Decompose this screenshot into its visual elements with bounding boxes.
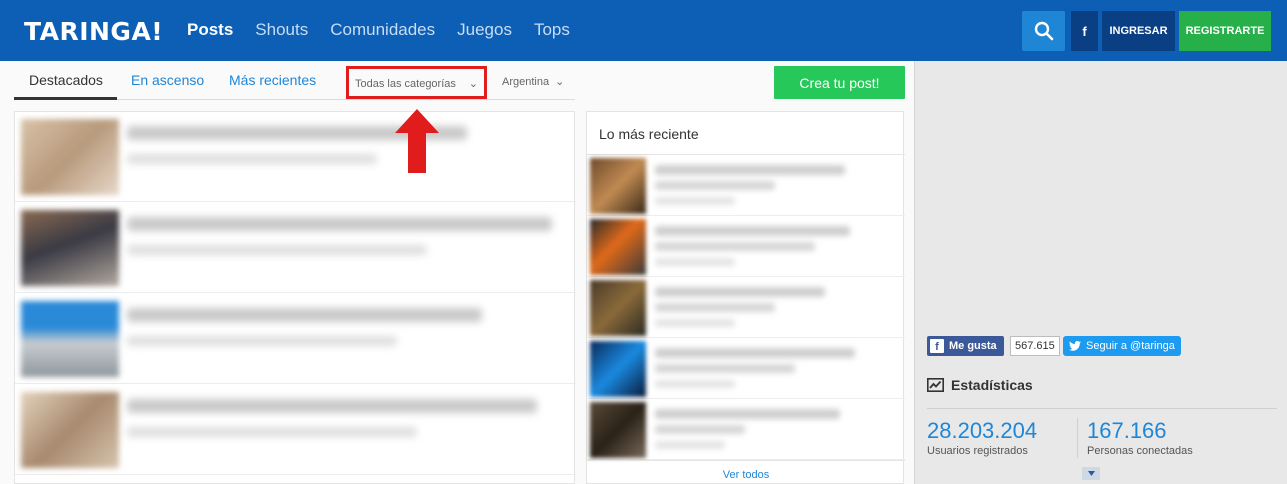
facebook-icon: f [930,339,944,353]
divider [587,460,905,461]
taringa-logo[interactable]: TARINGA! [24,17,163,46]
recent-meta-blurred [655,380,735,388]
nav-posts[interactable]: Posts [187,20,233,40]
list-item[interactable] [587,338,905,399]
chevron-down-icon: ⌄ [555,76,565,88]
nav-tops[interactable]: Tops [534,20,570,40]
post-meta-blurred [127,154,377,164]
recent-meta-blurred [655,258,735,266]
top-bar: TARINGA! Posts Shouts Comunidades Juegos… [0,0,1287,61]
search-button[interactable] [1022,11,1065,51]
divider [1077,418,1078,458]
like-count: 567.615 [1010,336,1060,356]
nav-comunidades[interactable]: Comunidades [330,20,435,40]
list-item[interactable] [587,277,905,338]
tab-mas-recientes[interactable]: Más recientes [229,72,316,88]
post-title-blurred[interactable] [127,399,537,413]
recent-title-blurred[interactable] [655,303,775,312]
nav-juegos[interactable]: Juegos [457,20,512,40]
red-arrow-annotation [395,109,439,173]
recent-title-blurred[interactable] [655,242,815,251]
list-item[interactable] [15,294,576,384]
post-thumbnail[interactable] [21,301,119,377]
main-nav: Posts Shouts Comunidades Juegos Tops [187,20,570,40]
tab-destacados[interactable]: Destacados [29,72,103,88]
recent-title-blurred[interactable] [655,348,855,358]
category-select-value: Todas las categorías [355,78,456,90]
right-sidebar: f Me gusta 567.615 Seguir a @taringa Est… [914,61,1287,484]
list-item[interactable] [15,203,576,293]
create-post-button[interactable]: Crea tu post! [774,66,905,99]
post-meta-blurred [127,427,417,437]
expand-toggle[interactable] [1082,467,1100,480]
registered-users-count: 28.203.204 [927,418,1038,443]
recent-thumbnail[interactable] [590,280,646,336]
recent-meta-blurred [655,319,735,327]
list-item[interactable] [15,385,576,475]
category-select[interactable]: Todas las categorías ⌄ [346,66,487,99]
login-button[interactable]: INGRESAR [1102,11,1175,51]
registered-users-label: Usuarios registrados [927,445,1028,457]
country-select-value: Argentina [502,76,550,88]
recent-thumbnail[interactable] [590,402,646,458]
search-icon [1034,21,1053,41]
recent-thumbnail[interactable] [590,219,646,275]
recent-posts-panel: Lo más reciente Ver todos [586,111,905,484]
twitter-bird-icon [1069,341,1081,351]
recent-thumbnail[interactable] [590,341,646,397]
see-all-link[interactable]: Ver todos [587,469,905,481]
online-users-count: 167.166 [1087,418,1167,443]
list-item[interactable] [587,399,905,460]
online-users-label: Personas conectadas [1087,445,1193,457]
chevron-down-icon: ⌄ [468,78,478,90]
recent-title-blurred[interactable] [655,364,795,373]
recent-title-blurred[interactable] [655,425,745,434]
feed-tabs: Destacados En ascenso Más recientes [14,61,575,100]
list-item[interactable] [15,112,576,202]
recent-title-blurred[interactable] [655,181,775,190]
recent-title-blurred[interactable] [655,165,845,175]
post-title-blurred[interactable] [127,217,552,231]
twitter-follow-label: Seguir a @taringa [1086,340,1175,352]
post-title-blurred[interactable] [127,308,482,322]
recent-title-blurred[interactable] [655,409,840,419]
recent-panel-title: Lo más reciente [599,126,699,142]
featured-posts-list [14,111,576,484]
facebook-login-button[interactable]: f [1071,11,1098,51]
stats-title: Estadísticas [927,377,1033,393]
recent-meta-blurred [655,197,735,205]
post-meta-blurred [127,245,427,255]
post-meta-blurred [127,336,397,346]
recent-meta-blurred [655,441,725,449]
stats-title-text: Estadísticas [951,377,1033,393]
recent-thumbnail[interactable] [590,158,646,214]
country-select[interactable]: Argentina ⌄ [502,75,564,88]
facebook-like-button[interactable]: f Me gusta [927,336,1004,356]
post-thumbnail[interactable] [21,392,119,468]
main-content: Destacados En ascenso Más recientes Toda… [0,61,914,484]
register-button[interactable]: REGISTRARTE [1179,11,1271,51]
caret-down-icon [1087,471,1095,476]
post-thumbnail[interactable] [21,119,119,195]
tab-en-ascenso[interactable]: En ascenso [131,72,204,88]
post-thumbnail[interactable] [21,210,119,286]
list-item[interactable] [587,155,905,216]
like-label: Me gusta [949,340,997,352]
chart-line-icon [927,378,944,392]
twitter-follow-button[interactable]: Seguir a @taringa [1063,336,1181,356]
recent-title-blurred[interactable] [655,287,825,297]
recent-title-blurred[interactable] [655,226,850,236]
nav-shouts[interactable]: Shouts [255,20,308,40]
list-item[interactable] [587,216,905,277]
active-tab-indicator [14,97,117,100]
divider [927,408,1277,409]
